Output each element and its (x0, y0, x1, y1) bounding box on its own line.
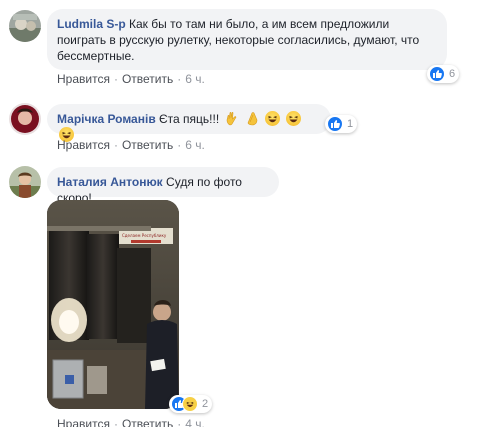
comment-author[interactable]: Наталия Антонюк (57, 175, 163, 189)
comment-actions: Нравится · Ответить · 6 ч. (57, 138, 205, 152)
comment-1: Ludmila S-p Как бы то там ни было, а им … (0, 0, 493, 90)
comment-text: Єта пяць!!! (159, 112, 220, 126)
reply-link[interactable]: Ответить (122, 72, 173, 86)
comment-2: Марічка Романів Єта пяць!!! 1 Нравится · О… (0, 95, 493, 155)
comment-text: поиграть в русскую рулетку, некоторые со… (57, 33, 420, 47)
reaction-summary[interactable]: 6 (427, 65, 460, 83)
comment-time[interactable]: 6 ч. (185, 138, 205, 152)
ok-hand-emoji (225, 111, 240, 126)
comment-bubble: Марічка Романів Єта пяць!!! (47, 104, 331, 142)
comment-text: Как бы то там ни было, а им всем предлож… (129, 17, 390, 31)
comment-author[interactable]: Марічка Романів (57, 112, 156, 126)
reply-link[interactable]: Ответить (122, 138, 173, 152)
like-link[interactable]: Нравится (57, 72, 110, 86)
comment-actions: Нравится · Ответить · 4 ч. (57, 417, 205, 427)
comment-bubble: Ludmila S-p Как бы то там ни было, а им … (47, 9, 447, 70)
reaction-count: 6 (449, 68, 456, 80)
photo-banner-text: Сделаем Республику (122, 233, 167, 238)
comment-3: Наталия Антонюк Судя по фото скоро! Сдел… (0, 158, 493, 427)
laughing-emoji (265, 111, 281, 126)
like-link[interactable]: Нравится (57, 138, 110, 152)
comment-photo[interactable]: Сделаем Республику (47, 200, 179, 409)
comment-text: бессмертные. (57, 49, 135, 63)
reaction-summary[interactable]: 1 (325, 115, 358, 133)
like-reaction-icon (429, 66, 445, 82)
comment-time[interactable]: 6 ч. (185, 72, 205, 86)
comment-bubble: Наталия Антонюк Судя по фото скоро! (47, 167, 279, 205)
avatar[interactable] (9, 103, 41, 135)
avatar[interactable] (9, 166, 41, 198)
avatar[interactable] (9, 10, 41, 42)
reaction-summary[interactable]: 2 (169, 395, 213, 413)
haha-reaction-icon (182, 396, 198, 412)
comment-author[interactable]: Ludmila S-p (57, 17, 126, 31)
reaction-count: 1 (347, 118, 354, 130)
like-link[interactable]: Нравится (57, 417, 110, 427)
laughing-emoji (285, 111, 301, 126)
reply-link[interactable]: Ответить (122, 417, 173, 427)
clap-emoji (245, 111, 260, 126)
comment-actions: Нравится · Ответить · 6 ч. (57, 72, 205, 86)
like-reaction-icon (327, 116, 343, 132)
reaction-count: 2 (202, 398, 209, 410)
comment-time[interactable]: 4 ч. (185, 417, 205, 427)
